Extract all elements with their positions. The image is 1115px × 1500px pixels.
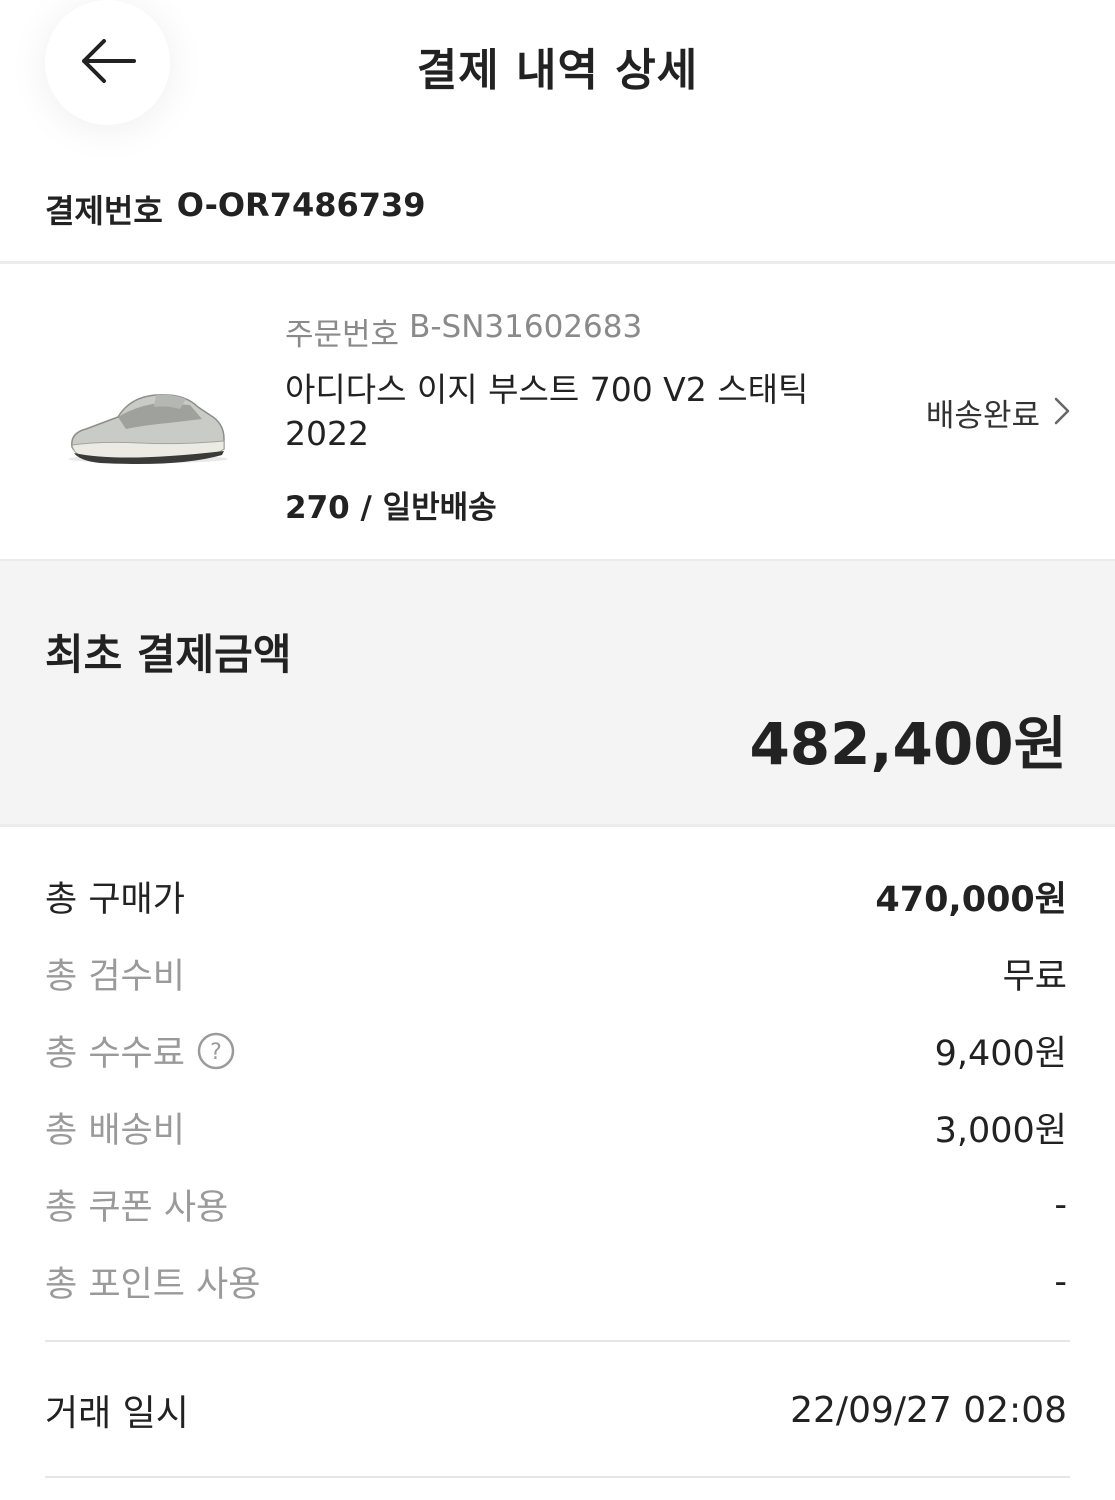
- breakdown-row: 총 구매가 470,000원: [45, 858, 1067, 935]
- sneaker-thumbnail: [60, 379, 235, 469]
- breakdown-label: 총 구매가: [45, 880, 185, 920]
- payment-number-label: 결제번호: [45, 192, 163, 230]
- breakdown-label: 총 배송비: [45, 1111, 185, 1151]
- trade-datetime-row: 거래 일시 22/09/27 02:08: [45, 1378, 1067, 1442]
- delivery-status-link[interactable]: 배송완료: [926, 390, 1070, 435]
- breakdown-label-wrap: 총 수수료 ?: [45, 1025, 235, 1076]
- summary-amount: 482,400원: [749, 710, 1067, 778]
- breakdown-row: 총 검수비 무료: [45, 935, 1067, 1012]
- order-number: 주문번호 B-SN31602683: [285, 309, 845, 354]
- breakdown-value: 무료: [1002, 957, 1067, 997]
- divider: [45, 1476, 1070, 1478]
- svg-text:?: ?: [210, 1040, 222, 1065]
- breakdown-value: -: [1054, 1261, 1067, 1302]
- delivery-status: 배송완료: [925, 398, 1040, 434]
- breakdown-value: 470,000원: [875, 880, 1067, 920]
- payment-number-value: O-OR7486739: [176, 186, 426, 224]
- order-number-label: 주문번호: [285, 317, 400, 353]
- chevron-right-icon: [1054, 397, 1070, 429]
- product-option: 270 / 일반배송: [285, 490, 497, 526]
- trade-datetime-label: 거래 일시: [45, 1393, 189, 1434]
- summary-title: 최초 결제금액: [45, 630, 292, 679]
- breakdown-row: 총 쿠폰 사용 -: [45, 1166, 1067, 1243]
- breakdown-label: 총 포인트 사용: [45, 1265, 261, 1305]
- divider: [45, 1340, 1070, 1342]
- payment-breakdown: 총 구매가 470,000원 총 검수비 무료 총 수수료 ? 9,400원 총…: [45, 858, 1067, 1320]
- breakdown-label: 총 검수비: [45, 957, 185, 997]
- product-info: 주문번호 B-SN31602683 아디다스 이지 부스트 700 V2 스태틱…: [285, 309, 845, 527]
- product-card[interactable]: 주문번호 B-SN31602683 아디다스 이지 부스트 700 V2 스태틱…: [0, 264, 1115, 559]
- initial-payment-summary: 최초 결제금액 482,400원: [0, 559, 1115, 827]
- breakdown-row: 총 수수료 ? 9,400원: [45, 1012, 1067, 1089]
- header: 결제 내역 상세: [0, 0, 1115, 150]
- breakdown-row: 총 포인트 사용 -: [45, 1243, 1067, 1320]
- breakdown-row: 총 배송비 3,000원: [45, 1089, 1067, 1166]
- question-circle-icon[interactable]: ?: [197, 1032, 235, 1070]
- page-title: 결제 내역 상세: [416, 45, 699, 96]
- breakdown-value: 9,400원: [934, 1034, 1067, 1074]
- payment-number: 결제번호 O-OR7486739: [45, 186, 426, 232]
- order-number-value: B-SN31602683: [409, 309, 643, 345]
- breakdown-value: 3,000원: [934, 1111, 1067, 1151]
- breakdown-label: 총 수수료: [45, 1034, 185, 1074]
- trade-datetime-value: 22/09/27 02:08: [790, 1389, 1067, 1431]
- product-name: 아디다스 이지 부스트 700 V2 스태틱 2022: [285, 370, 809, 453]
- breakdown-value: -: [1054, 1184, 1067, 1225]
- breakdown-label: 총 쿠폰 사용: [45, 1188, 229, 1228]
